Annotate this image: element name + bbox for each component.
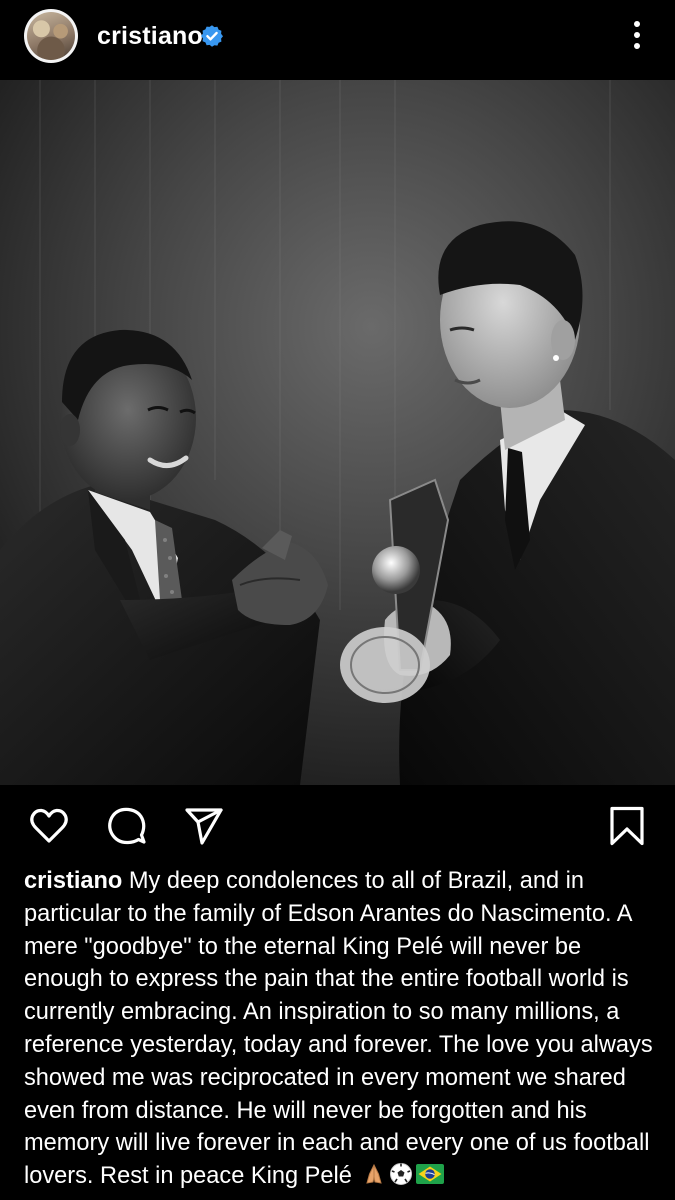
caption-emojis <box>362 1162 445 1186</box>
caption-text: My deep condolences to all of Brazil, an… <box>24 868 653 1190</box>
verified-badge-icon <box>201 25 223 47</box>
comment-icon[interactable] <box>106 805 148 847</box>
post-caption: cristiano My deep condolences to all of … <box>24 865 656 1193</box>
heart-icon[interactable] <box>28 805 70 847</box>
folded-hands-icon <box>366 1164 383 1184</box>
photo-illustration <box>0 80 675 785</box>
send-icon[interactable] <box>183 805 225 847</box>
more-vertical-icon[interactable] <box>625 17 649 53</box>
bookmark-icon[interactable] <box>606 805 648 847</box>
action-bar <box>0 785 675 865</box>
avatar[interactable] <box>24 9 78 63</box>
soccer-ball-icon <box>390 1163 413 1186</box>
post-header: cristiano <box>0 0 675 80</box>
post-photo[interactable] <box>0 80 675 785</box>
brazil-flag-icon <box>416 1164 445 1185</box>
avatar-image <box>27 12 75 60</box>
caption-username-link[interactable]: cristiano <box>24 868 122 894</box>
username-link[interactable]: cristiano <box>97 22 203 51</box>
